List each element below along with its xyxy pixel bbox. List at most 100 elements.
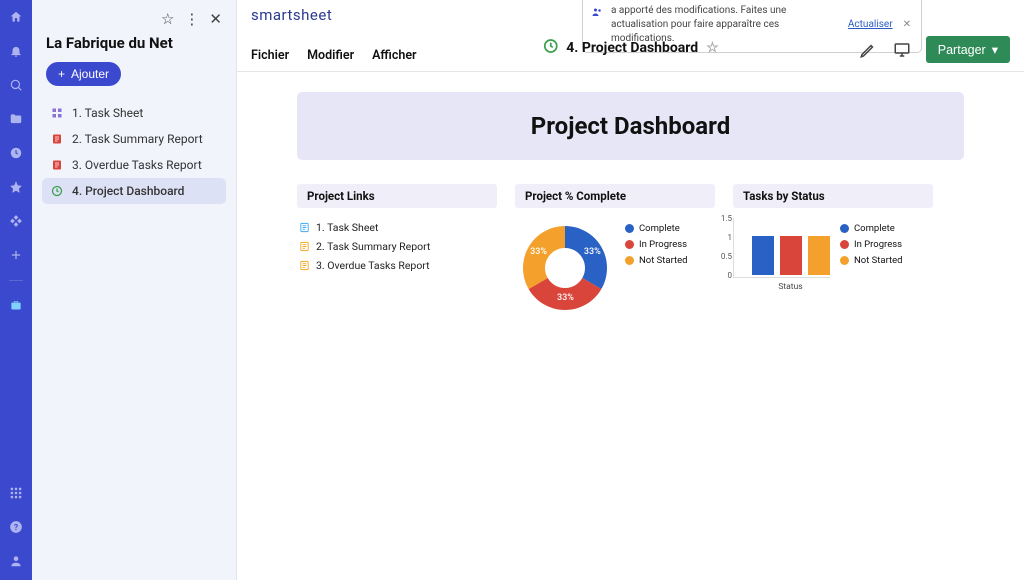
menu-edit[interactable]: Modifier [307,48,354,63]
widget-title: Project % Complete [515,184,715,208]
legend-swatch [625,240,634,249]
workapps-icon[interactable] [7,212,25,230]
sidebar-item-label: 3. Overdue Tasks Report [72,158,202,172]
star-icon[interactable] [7,178,25,196]
recent-icon[interactable] [7,144,25,162]
search-icon[interactable] [7,76,25,94]
menu-view[interactable]: Afficher [372,48,416,63]
add-button[interactable]: +Ajouter [46,62,121,86]
report-icon [50,132,64,146]
legend-item: Not Started [840,255,903,266]
legend-item: In Progress [625,239,688,250]
favorite-icon[interactable]: ☆ [161,10,174,28]
bar-chart: 1.510.50 [733,218,830,278]
refresh-link[interactable]: Actualiser [848,18,893,32]
plus-icon[interactable] [7,246,25,264]
legend-item: Complete [840,223,903,234]
sidebar-item[interactable]: 4. Project Dashboard [42,178,226,204]
menu-file[interactable]: Fichier [251,48,289,63]
global-nav-rail: ? [0,0,32,580]
y-tick: 1.5 [721,214,732,223]
chart-legend: Complete In Progress Not Started [840,223,903,292]
legend-item: Not Started [625,255,688,266]
clock-icon [50,184,64,198]
sidebar-item[interactable]: 3. Overdue Tasks Report [42,152,226,178]
people-icon [591,6,603,23]
legend-swatch [840,256,849,265]
y-tick: 0.5 [721,252,732,261]
workspace-panel: ☆ ⋮ ✕ La Fabrique du Net +Ajouter 1. Tas… [32,0,237,580]
legend-swatch [625,256,634,265]
chart-legend: Complete In Progress Not Started [625,223,688,266]
favorite-sheet-icon[interactable]: ☆ [706,40,719,56]
sheet-icon [299,241,310,252]
svg-text:?: ? [14,522,18,532]
home-icon[interactable] [7,8,25,26]
legend-item: In Progress [840,239,903,250]
link-label: 3. Overdue Tasks Report [316,259,430,272]
project-link[interactable]: 2. Task Summary Report [297,237,497,256]
workspace-icon[interactable] [7,297,25,315]
grid-icon [50,106,64,120]
link-label: 1. Task Sheet [316,221,378,234]
sidebar-item-label: 4. Project Dashboard [72,184,184,198]
legend-label: In Progress [854,239,902,250]
dashboard-title-widget: Project Dashboard [297,92,964,160]
sidebar-item-label: 1. Task Sheet [72,106,143,120]
slice-label: 33% [530,247,547,257]
slice-label: 33% [584,247,601,257]
dashboard-title: Project Dashboard [317,112,944,140]
rail-divider [9,280,23,281]
dashboard-canvas: Project Dashboard Project Links 1. Task … [237,72,1024,580]
sheet-titlebar: 4. Project Dashboard ☆ [542,38,718,58]
account-icon[interactable] [7,552,25,570]
close-icon[interactable]: ✕ [903,18,911,32]
workspace-title: La Fabrique du Net [42,34,226,62]
edit-icon[interactable] [858,40,878,60]
y-tick: 0 [721,271,732,280]
slice-label: 33% [557,293,574,303]
rail-active-marker [32,287,38,299]
report-icon [50,158,64,172]
sheet-icon [299,260,310,271]
y-axis-ticks: 1.5 1 0.5 0 [721,214,732,280]
sidebar-item[interactable]: 1. Task Sheet [42,100,226,126]
chevron-down-icon: ▾ [992,42,998,57]
legend-label: In Progress [639,239,687,250]
share-button-label: Partager [938,43,986,57]
sidebar-item-label: 2. Task Summary Report [72,132,203,146]
legend-swatch [840,240,849,249]
sidebar-item[interactable]: 2. Task Summary Report [42,126,226,152]
project-link[interactable]: 1. Task Sheet [297,218,497,237]
donut-slice [565,226,607,289]
share-button[interactable]: Partager ▾ [926,36,1010,63]
project-link[interactable]: 3. Overdue Tasks Report [297,256,497,275]
bar [752,236,774,275]
apps-icon[interactable] [7,484,25,502]
sheet-title: 4. Project Dashboard [566,40,698,56]
legend-label: Not Started [639,255,688,266]
x-axis-label: Status [733,278,830,292]
project-links-widget: Project Links 1. Task Sheet2. Task Summa… [297,184,497,318]
present-icon[interactable] [892,40,912,60]
more-icon[interactable]: ⋮ [184,10,199,28]
bell-icon[interactable] [7,42,25,60]
donut-chart: 33% 33% 33% [515,218,615,318]
donut-slice [523,226,565,289]
sheet-icon [299,222,310,233]
widget-title: Tasks by Status [733,184,933,208]
main-area: smartsheet a apporté des modifications. … [237,0,1024,580]
legend-label: Complete [639,223,680,234]
folder-icon[interactable] [7,110,25,128]
close-panel-icon[interactable]: ✕ [209,10,222,28]
bar [780,236,802,275]
legend-label: Complete [854,223,895,234]
pct-complete-widget: Project % Complete 33% 33% 33% Complete In … [515,184,715,318]
y-tick: 1 [721,233,732,242]
help-icon[interactable]: ? [7,518,25,536]
legend-swatch [625,224,634,233]
tasks-by-status-widget: Tasks by Status 1.510.50 Status Complete… [733,184,933,318]
legend-item: Complete [625,223,688,234]
legend-swatch [840,224,849,233]
legend-label: Not Started [854,255,903,266]
